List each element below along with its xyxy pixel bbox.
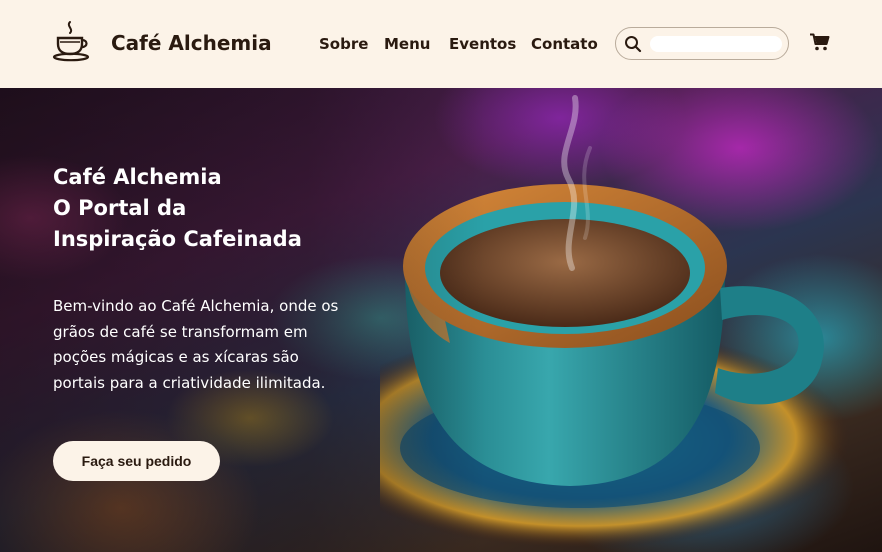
hero-title-line: Café Alchemia — [53, 165, 222, 189]
hero-title: Café Alchemia O Portal da Inspiração Caf… — [53, 162, 373, 255]
nav-sobre[interactable]: Sobre — [319, 35, 368, 53]
nav-contato[interactable]: Contato — [531, 35, 598, 53]
search-input[interactable] — [650, 36, 782, 52]
hero-banner: Café Alchemia O Portal da Inspiração Caf… — [0, 88, 882, 552]
brand-name[interactable]: Café Alchemia — [111, 31, 272, 55]
nav-menu[interactable]: Menu — [384, 35, 430, 53]
search-box — [615, 27, 789, 60]
search-icon[interactable] — [624, 35, 642, 53]
nav-eventos[interactable]: Eventos — [449, 35, 516, 53]
cart-icon[interactable] — [810, 33, 830, 51]
coffee-cup-icon[interactable] — [52, 20, 92, 62]
order-button[interactable]: Faça seu pedido — [53, 441, 220, 481]
site-header: Café Alchemia Sobre Menu Eventos Contato — [0, 0, 882, 88]
hero-description: Bem-vindo ao Café Alchemia, onde os grão… — [53, 297, 339, 392]
hero-title-line: Inspiração Cafeinada — [53, 227, 302, 251]
hero-title-line: O Portal da — [53, 196, 187, 220]
